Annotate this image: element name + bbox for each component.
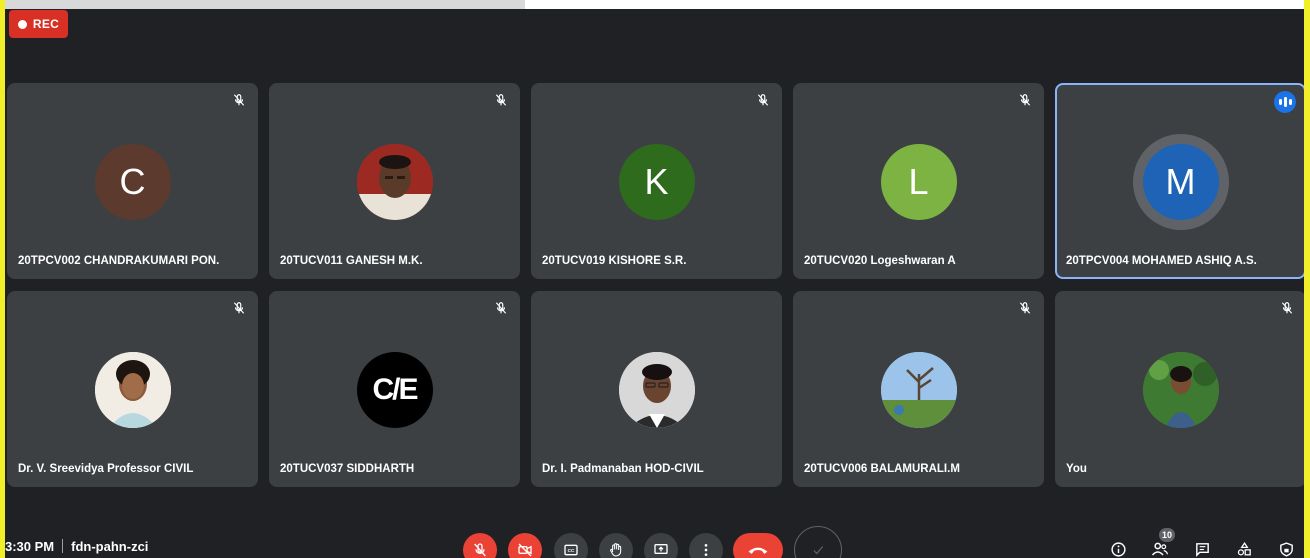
participant-tile[interactable]: K 20TUCV019 KISHORE S.R.: [531, 83, 782, 279]
mic-muted-icon: [492, 299, 510, 317]
participant-tile[interactable]: 20TUCV011 GANESH M.K.: [269, 83, 520, 279]
avatar: M: [1142, 144, 1219, 220]
speaking-indicator-icon: [1274, 91, 1296, 113]
mic-muted-icon: [1278, 299, 1296, 317]
avatar-photo: [94, 352, 171, 428]
participant-name: You: [1066, 463, 1087, 475]
meeting-code: fdn-pahn-zci: [71, 539, 149, 554]
host-controls-icon[interactable]: [1277, 540, 1295, 558]
chat-icon[interactable]: [1193, 540, 1211, 558]
avatar: K: [618, 144, 695, 220]
participant-name: 20TPCV002 CHANDRAKUMARI PON.: [18, 255, 220, 267]
camera-off-icon[interactable]: [508, 533, 542, 558]
mic-off-icon[interactable]: [463, 533, 497, 558]
present-icon[interactable]: [644, 533, 678, 558]
mic-muted-icon: [492, 91, 510, 109]
mic-muted-icon: [230, 91, 248, 109]
bottom-toolbar: 3:30 PM fdn-pahn-zci CC 10: [5, 520, 1304, 558]
avatar-photo: [1142, 352, 1219, 428]
raise-hand-icon[interactable]: [599, 533, 633, 558]
mic-muted-icon: [754, 91, 772, 109]
participant-tile[interactable]: Dr. I. Padmanaban HOD-CIVIL: [531, 291, 782, 487]
reaction-icon[interactable]: [794, 526, 842, 558]
meeting-screen: REC C 20TPCV002 CHANDRAKUMARI PON. 20TUC…: [5, 0, 1304, 558]
participant-name: 20TUCV006 BALAMURALI.M: [804, 463, 960, 475]
recording-label: REC: [32, 17, 60, 31]
mic-muted-icon: [1016, 299, 1034, 317]
svg-text:CC: CC: [568, 548, 575, 553]
participant-name: 20TUCV011 GANESH M.K.: [280, 255, 423, 267]
avatar-photo: [880, 352, 957, 428]
participant-name: Dr. I. Padmanaban HOD-CIVIL: [542, 463, 704, 475]
mic-muted-icon: [1016, 91, 1034, 109]
recording-badge: REC: [9, 10, 68, 38]
people-icon[interactable]: [1151, 540, 1169, 558]
participant-name: 20TPCV004 MOHAMED ASHIQ A.S.: [1066, 255, 1257, 267]
avatar-photo: [356, 144, 433, 220]
avatar: L: [880, 144, 957, 220]
participant-tile[interactable]: 20TUCV006 BALAMURALI.M: [793, 291, 1044, 487]
activities-icon[interactable]: [1235, 540, 1253, 558]
participant-tile[interactable]: L 20TUCV020 Logeshwaran A: [793, 83, 1044, 279]
leave-call-icon[interactable]: [733, 533, 783, 558]
participant-name: Dr. V. Sreevidya Professor CIVIL: [18, 463, 194, 475]
meeting-info: 3:30 PM fdn-pahn-zci: [5, 539, 148, 554]
avatar-photo: [618, 352, 695, 428]
participant-tile[interactable]: C 20TPCV002 CHANDRAKUMARI PON.: [7, 83, 258, 279]
participant-tile[interactable]: Dr. V. Sreevidya Professor CIVIL: [7, 291, 258, 487]
meeting-time: 3:30 PM: [5, 539, 55, 554]
mic-muted-icon: [230, 299, 248, 317]
participant-name: 20TUCV037 SIDDHARTH: [280, 463, 415, 475]
info-icon[interactable]: [1109, 540, 1127, 558]
participant-tile-speaking[interactable]: M 20TPCV004 MOHAMED ASHIQ A.S.: [1055, 83, 1304, 279]
participant-tile-self[interactable]: You: [1055, 291, 1304, 487]
people-count-badge: 10: [1159, 528, 1175, 542]
avatar: C: [94, 144, 171, 220]
participant-tile[interactable]: C/E 20TUCV037 SIDDHARTH: [269, 291, 520, 487]
more-options-icon[interactable]: [689, 533, 723, 558]
captions-icon[interactable]: CC: [554, 533, 588, 558]
record-dot-icon: [17, 19, 27, 29]
participant-name: 20TUCV020 Logeshwaran A: [804, 255, 956, 267]
browser-strip: [5, 0, 1304, 9]
participant-name: 20TUCV019 KISHORE S.R.: [542, 255, 687, 267]
avatar-logo: C/E: [356, 352, 433, 428]
